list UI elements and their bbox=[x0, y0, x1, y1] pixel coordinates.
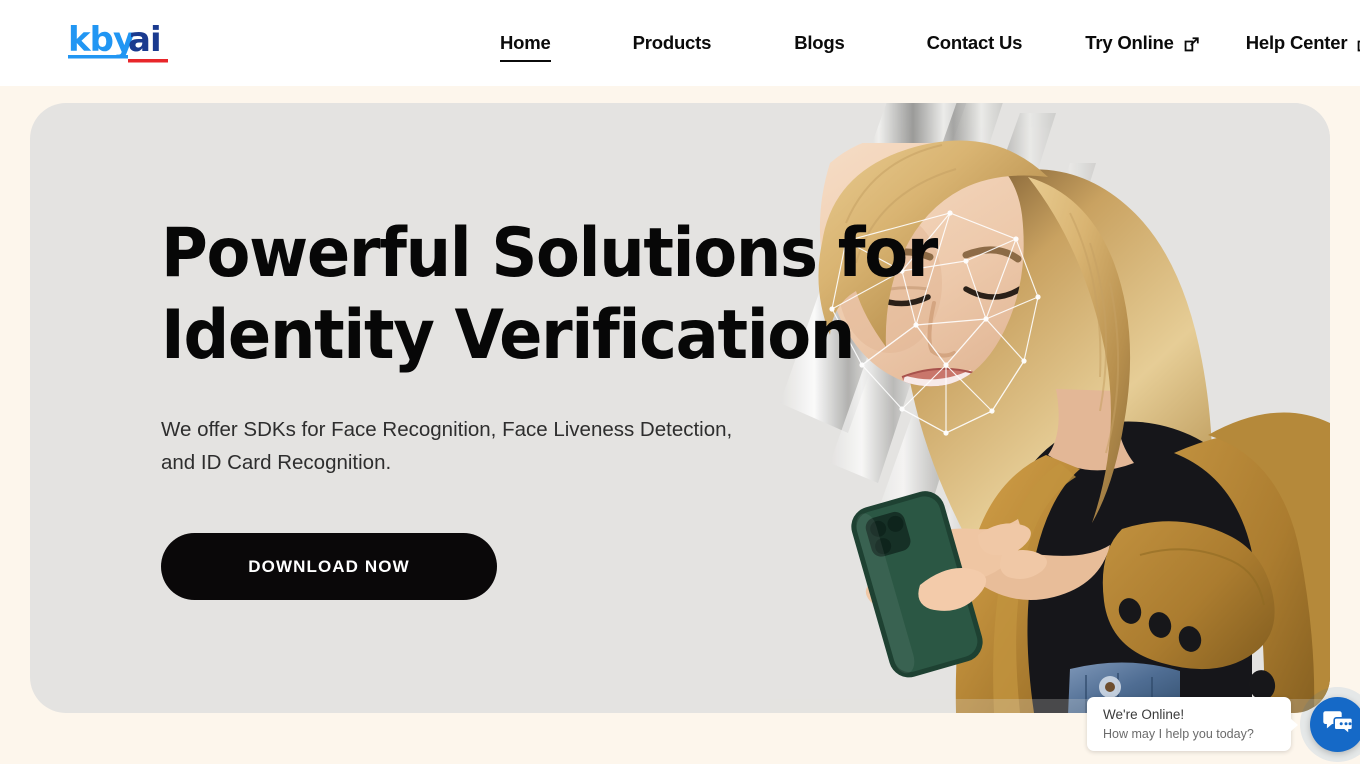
external-link-icon bbox=[1183, 36, 1200, 53]
nav-item-products[interactable]: Products bbox=[633, 32, 712, 54]
svg-text:kby: kby bbox=[68, 21, 135, 60]
hero-title-line-2: Identity Verification bbox=[161, 296, 855, 375]
logo-kbyai[interactable]: kby ai bbox=[68, 20, 190, 65]
hero-section: Powerful Solutions for Identity Verifica… bbox=[30, 103, 1330, 713]
nav-item-help-center[interactable]: Help Center bbox=[1246, 32, 1360, 54]
download-now-button[interactable]: DOWNLOAD NOW bbox=[161, 533, 497, 600]
nav-item-home-label: Home bbox=[500, 32, 551, 53]
nav-item-products-label: Products bbox=[632, 32, 712, 53]
nav-item-blogs-label: Blogs bbox=[794, 32, 845, 53]
nav-item-try-online-label: Try Online bbox=[1085, 32, 1174, 53]
svg-text:ai: ai bbox=[128, 21, 161, 60]
chat-launcher-button[interactable] bbox=[1310, 697, 1360, 752]
hero-subtitle: We offer SDKs for Face Recognition, Face… bbox=[161, 418, 733, 474]
chat-status-text: We're Online! bbox=[1103, 707, 1185, 722]
logo-icon: kby ai bbox=[68, 20, 168, 63]
nav-item-contact-us-label: Contact Us bbox=[926, 32, 1023, 53]
chat-prompt-text: How may I help you today? bbox=[1103, 727, 1254, 741]
chat-bubbles-icon bbox=[1322, 708, 1353, 741]
nav-item-help-center-label: Help Center bbox=[1245, 32, 1348, 53]
nav-item-contact-us[interactable]: Contact Us bbox=[927, 32, 1023, 54]
hero-content: Powerful Solutions for Identity Verifica… bbox=[161, 213, 981, 600]
external-link-icon bbox=[1356, 36, 1360, 53]
main-navigation: Home Products Blogs Contact Us Try Onlin… bbox=[500, 0, 1360, 86]
chat-tooltip[interactable]: We're Online! How may I help you today? bbox=[1087, 697, 1298, 751]
nav-item-blogs[interactable]: Blogs bbox=[794, 32, 845, 54]
nav-item-home[interactable]: Home bbox=[500, 32, 551, 62]
site-header: kby ai Home Products Blogs Contact Us Tr… bbox=[0, 0, 1360, 86]
hero-title-line-1: Powerful Solutions for bbox=[161, 214, 938, 293]
nav-item-try-online[interactable]: Try Online bbox=[1085, 32, 1199, 54]
